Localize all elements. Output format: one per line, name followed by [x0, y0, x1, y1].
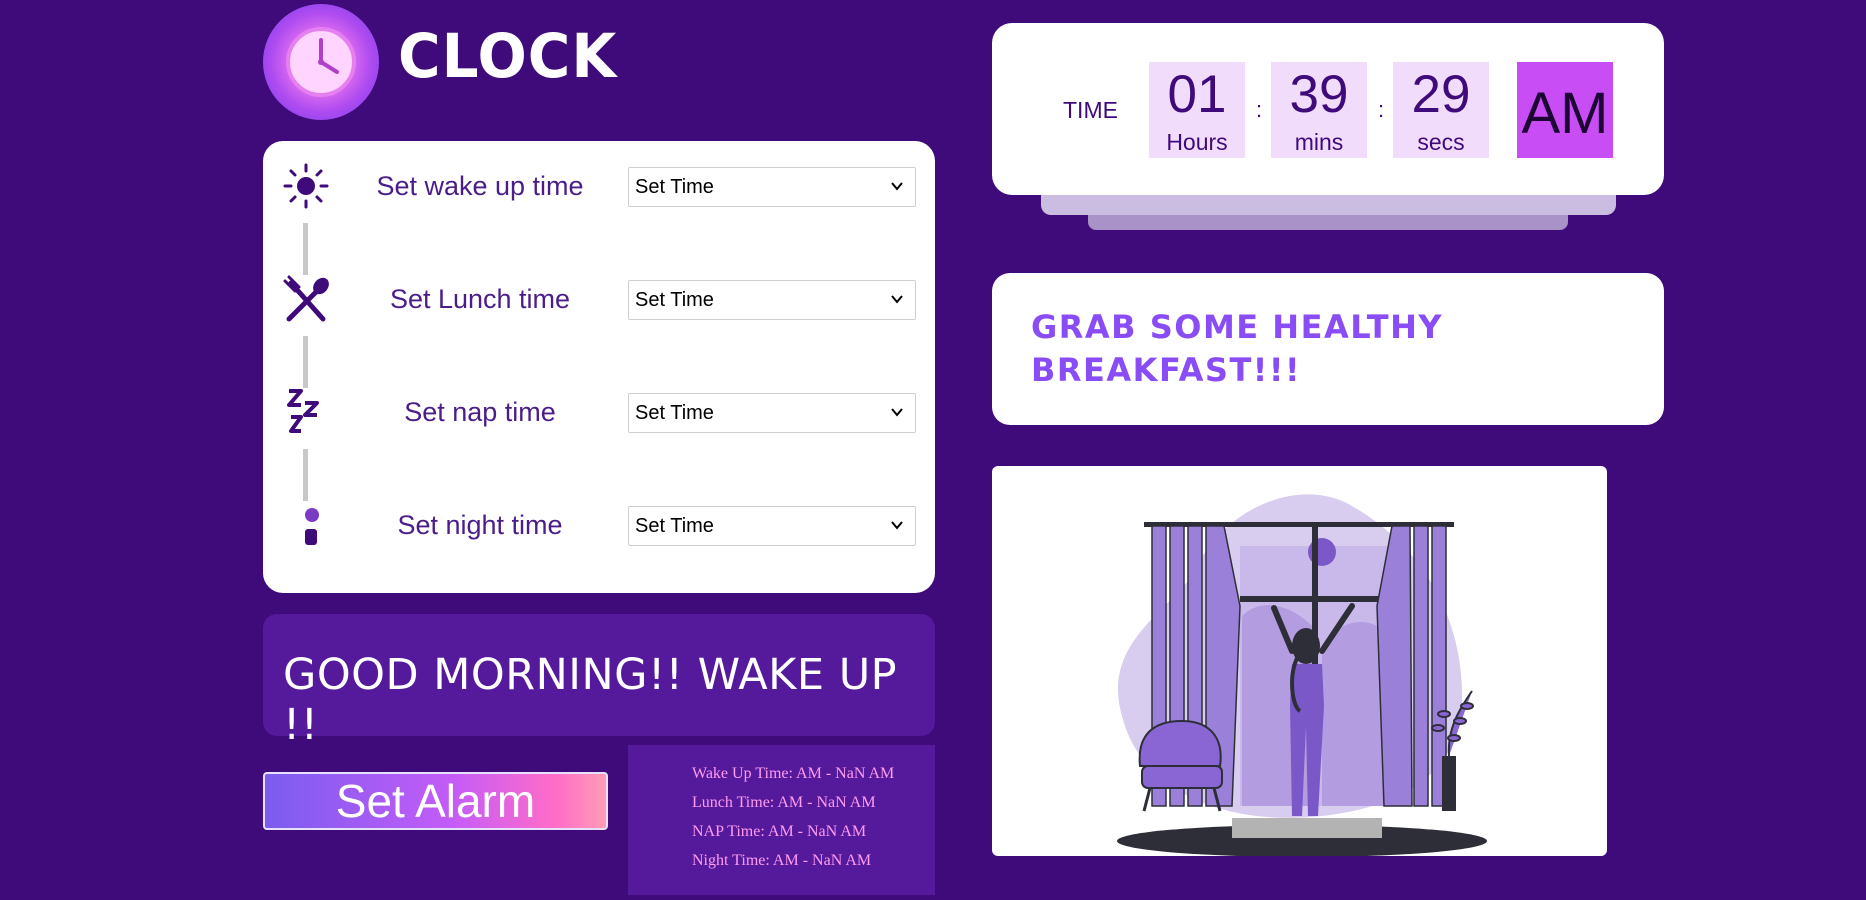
seconds-unit: secs — [1417, 129, 1465, 155]
seconds-value: 29 — [1411, 65, 1471, 124]
chevron-down-icon — [891, 295, 903, 304]
minutes-unit: mins — [1294, 129, 1344, 155]
lunch-label: Set Lunch time — [389, 284, 571, 314]
alarms-list: Wake Up Time: AM - NaN AM Lunch Time: AM… — [628, 745, 935, 895]
message-text: GRAB SOME HEALTHY BREAKFAST!!! — [1031, 308, 1444, 389]
alarm-wake-up: Wake Up Time: AM - NaN AM — [692, 765, 895, 782]
chevron-down-icon — [891, 182, 903, 191]
hours-unit: Hours — [1166, 129, 1228, 155]
hours-value: 01 — [1167, 65, 1227, 124]
message-card: GRAB SOME HEALTHY BREAKFAST!!! — [992, 273, 1664, 425]
digital-clock-card: TIME 01 Hours : 39 mins : 29 secs AM — [992, 23, 1664, 195]
nap-label: Set nap time — [404, 397, 556, 427]
app-title: CLOCK — [398, 20, 618, 92]
select-value: Set Time — [635, 176, 714, 198]
illustration-card — [992, 466, 1607, 856]
chevron-down-icon — [891, 408, 903, 417]
seconds-box: 29 secs — [1393, 62, 1489, 158]
sun-icon — [281, 161, 331, 211]
night-label: Set night time — [397, 510, 563, 540]
alarm-nap: NAP Time: AM - NaN AM — [692, 823, 867, 840]
select-value: Set Time — [635, 515, 714, 537]
timeline-connector — [303, 336, 308, 388]
night-time-select[interactable]: Set Time — [628, 506, 916, 546]
woman-opening-curtains-illustration — [1117, 494, 1487, 856]
minutes-box: 39 mins — [1271, 62, 1367, 158]
timeline-connector — [303, 449, 308, 501]
lunch-time-select[interactable]: Set Time — [628, 280, 916, 320]
greeting-text: GOOD MORNING!! WAKE UP !! — [283, 650, 898, 750]
clock-logo-icon — [263, 4, 379, 120]
time-separator: : — [1378, 97, 1385, 122]
schedule-settings-card: Set wake up time Set Time Set Lunch time… — [263, 141, 935, 593]
greeting-panel: GOOD MORNING!! WAKE UP !! — [263, 614, 935, 750]
minutes-value: 39 — [1289, 65, 1349, 124]
wake-up-time-select[interactable]: Set Time — [628, 167, 916, 207]
moon-icon — [281, 501, 331, 551]
select-value: Set Time — [635, 289, 714, 311]
set-alarm-label: Set Alarm — [335, 775, 536, 827]
chevron-down-icon — [891, 521, 903, 530]
timeline-connector — [303, 223, 308, 275]
wake-up-label: Set wake up time — [376, 171, 584, 201]
meridiem-value: AM — [1521, 81, 1609, 146]
time-separator: : — [1256, 97, 1263, 122]
alarm-lunch: Lunch Time: AM - NaN AM — [692, 794, 876, 811]
nap-time-select[interactable]: Set Time — [628, 393, 916, 433]
time-label: TIME — [1063, 97, 1118, 123]
select-value: Set Time — [635, 402, 714, 424]
set-alarm-button[interactable]: Set Alarm — [263, 772, 608, 830]
hours-box: 01 Hours — [1149, 62, 1245, 158]
alarm-night: Night Time: AM - NaN AM — [692, 852, 872, 869]
zzz-icon — [281, 387, 331, 437]
fork-spoon-icon — [281, 275, 331, 325]
meridiem-box: AM — [1517, 62, 1613, 158]
